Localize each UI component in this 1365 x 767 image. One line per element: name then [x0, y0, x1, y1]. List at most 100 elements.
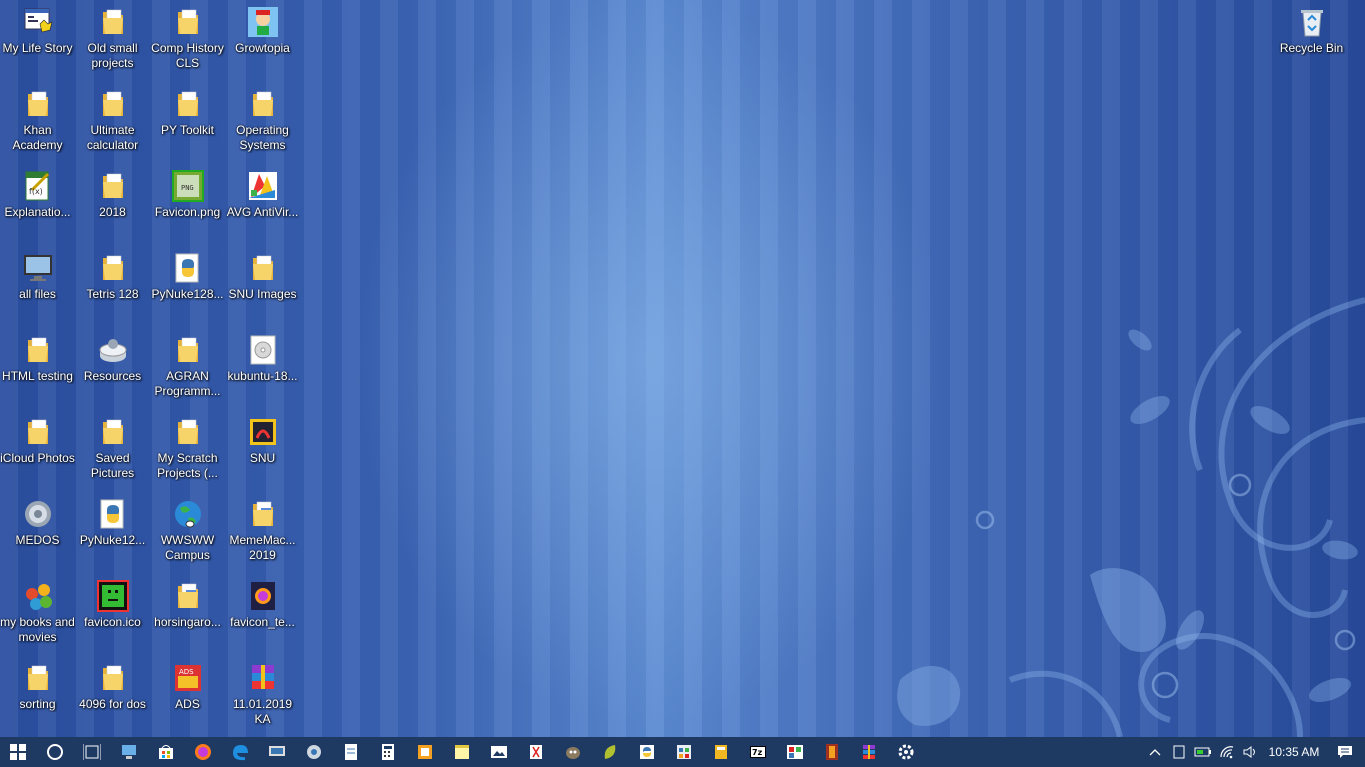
this-pc-app[interactable]: [110, 737, 147, 767]
desktop-icon-explanatio[interactable]: f(x) Explanatio...: [0, 164, 75, 244]
desktop-icon-ads[interactable]: ADS ADS: [150, 656, 225, 736]
action-center-icon[interactable]: [1325, 737, 1365, 767]
desktop-icon-mememac-2019[interactable]: MemeMac... 2019: [225, 492, 300, 572]
network-icon: [305, 743, 323, 761]
desktop-icon-my-scratch-projects[interactable]: My Scratch Projects (...: [150, 410, 225, 490]
desktop-icon-label: Growtopia: [235, 41, 290, 55]
desktop-icon-icloud-photos[interactable]: iCloud Photos: [0, 410, 75, 490]
desktop-icon-snu-images[interactable]: SNU Images: [225, 246, 300, 326]
desktop-icon-label: my books and movies: [0, 615, 75, 644]
desktop-icon-wwsww-campus[interactable]: WWSWW Campus: [150, 492, 225, 572]
desktop-icon-horsingaro[interactable]: horsingaro...: [150, 574, 225, 654]
photos-icon: [490, 743, 508, 761]
start-button[interactable]: [0, 737, 36, 767]
battery-icon[interactable]: [1191, 737, 1215, 767]
photos-app[interactable]: [480, 737, 517, 767]
task-view-button[interactable]: [73, 737, 110, 767]
calculator-app[interactable]: [369, 737, 406, 767]
desktop-icon-label: Favicon.png: [154, 205, 221, 219]
desktop-icon-sorting[interactable]: sorting: [0, 656, 75, 736]
notepad-app[interactable]: [332, 737, 369, 767]
winrar-icon: [247, 662, 279, 694]
desktop-icon-label: Tetris 128: [86, 287, 139, 301]
desktop-icon-favicon-te[interactable]: favicon_te...: [225, 574, 300, 654]
desktop-icon-avg-antivir[interactable]: AVG AntiVir...: [225, 164, 300, 244]
desktop-icon-label: MemeMac... 2019: [229, 533, 296, 562]
desktop-icon-old-small-projects[interactable]: Old small projects: [75, 0, 150, 80]
desktop-icon-pynuke128[interactable]: PyNuke128...: [150, 246, 225, 326]
desktop-icon-snu[interactable]: SNU: [225, 410, 300, 490]
winrar-app[interactable]: [850, 737, 887, 767]
desktop-icon-medos[interactable]: MEDOS: [0, 492, 75, 572]
python-idle-app[interactable]: [628, 737, 665, 767]
folder-icon: [247, 252, 279, 284]
desktop-icon-label: MEDOS: [15, 533, 60, 547]
store-app[interactable]: [147, 737, 184, 767]
cortana-button[interactable]: [36, 737, 73, 767]
desktop-icon-growtopia[interactable]: Growtopia: [225, 0, 300, 80]
desktop-icon-tetris-128[interactable]: Tetris 128: [75, 246, 150, 326]
desktop-icon-operating-systems[interactable]: Operating Systems: [225, 82, 300, 162]
folder-icon: [172, 334, 204, 366]
desktop-icon-label: PyNuke128...: [151, 287, 224, 301]
snipping-app[interactable]: [517, 737, 554, 767]
folder-file-icon: [247, 498, 279, 530]
remote-desktop-app[interactable]: [258, 737, 295, 767]
desktop-icon-label: Comp History CLS: [151, 41, 224, 70]
desktop-icon-11-01-2019-ka[interactable]: 11.01.2019 KA: [225, 656, 300, 736]
desktop-icon-saved-pictures[interactable]: Saved Pictures: [75, 410, 150, 490]
pc-icon: [120, 743, 138, 761]
desktop-icon-my-life-story[interactable]: My Life Story: [0, 0, 75, 80]
monitor-icon: [22, 252, 54, 284]
desktop-icon-py-toolkit[interactable]: PY Toolkit: [150, 82, 225, 162]
desktop-icon-agran-programm[interactable]: AGRAN Programm...: [150, 328, 225, 408]
network-app[interactable]: [295, 737, 332, 767]
leaf-icon: [601, 743, 619, 761]
desktop-icon-favicon-ico[interactable]: favicon.ico: [75, 574, 150, 654]
desktop-icon-label: 11.01.2019 KA: [232, 697, 293, 726]
settings-app[interactable]: [887, 737, 924, 767]
clock-time[interactable]: 10:35 AM: [1263, 745, 1325, 759]
film-app[interactable]: [813, 737, 850, 767]
sticky-notes-app[interactable]: [443, 737, 480, 767]
calculator-icon: [379, 743, 397, 761]
desktop-icon-favicon-png[interactable]: PNG Favicon.png: [150, 164, 225, 244]
paint-icon: [786, 743, 804, 761]
desktop-icon-label: WWSWW Campus: [160, 533, 215, 562]
system-tray: 10:35 AM: [1143, 737, 1365, 767]
winrar-icon: [860, 743, 878, 761]
volume-icon[interactable]: [1239, 737, 1263, 767]
python-icon: [97, 498, 129, 530]
7zip-app[interactable]: 7z: [739, 737, 776, 767]
show-hidden-icons-chevron-icon[interactable]: [1143, 737, 1167, 767]
avg-icon: [247, 170, 279, 202]
gimp-app[interactable]: [554, 737, 591, 767]
wifi-icon[interactable]: [1215, 737, 1239, 767]
desktop-icon-comp-history-cls[interactable]: Comp History CLS: [150, 0, 225, 80]
desktop-icon-html-testing[interactable]: HTML testing: [0, 328, 75, 408]
desktop-icon-label: AVG AntiVir...: [226, 205, 299, 219]
sketch-app[interactable]: [406, 737, 443, 767]
paint-app[interactable]: [776, 737, 813, 767]
leaf-app[interactable]: [591, 737, 628, 767]
desktop-icon-4096-for-dos[interactable]: 4096 for dos: [75, 656, 150, 736]
control-panel-app[interactable]: [665, 737, 702, 767]
desktop-icon-2018[interactable]: 2018: [75, 164, 150, 244]
edge-app[interactable]: [221, 737, 258, 767]
desktop-icon-all-files[interactable]: all files: [0, 246, 75, 326]
files-app[interactable]: [702, 737, 739, 767]
svg-text:f(x): f(x): [29, 187, 43, 196]
desktop-icon-recycle-bin[interactable]: Recycle Bin: [1274, 0, 1349, 80]
desktop-icon-label: iCloud Photos: [0, 451, 75, 465]
desktop-icon-label: Khan Academy: [12, 123, 63, 152]
desktop-icon-resources[interactable]: Resources: [75, 328, 150, 408]
folder-icon: [22, 88, 54, 120]
desktop-icon-my-books-and-movies[interactable]: my books and movies: [0, 574, 75, 654]
desktop-icon-khan-academy[interactable]: Khan Academy: [0, 82, 75, 162]
desktop-icon-ultimate-calculator[interactable]: Ultimate calculator: [75, 82, 150, 162]
desktop-icon-kubuntu-18[interactable]: kubuntu-18...: [225, 328, 300, 408]
folder-icon: [22, 662, 54, 694]
firefox-app[interactable]: [184, 737, 221, 767]
desktop-icon-pynuke12[interactable]: PyNuke12...: [75, 492, 150, 572]
tablet-icon[interactable]: [1167, 737, 1191, 767]
